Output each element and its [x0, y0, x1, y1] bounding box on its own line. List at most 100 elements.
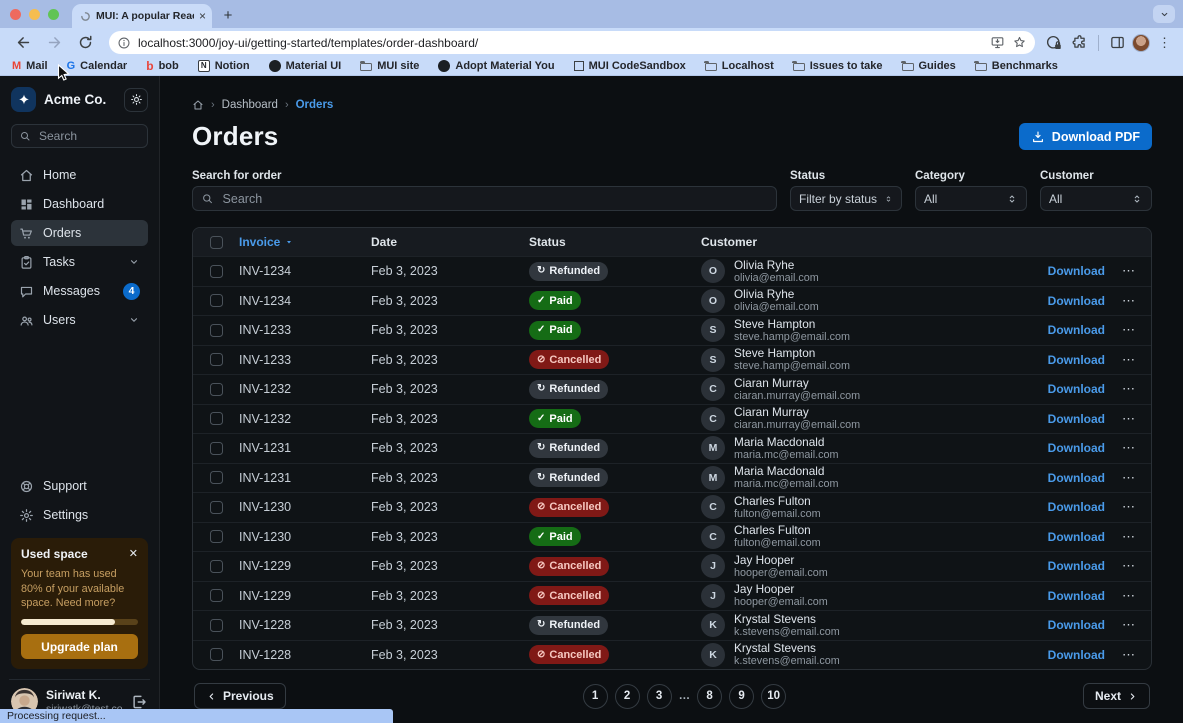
select-all-checkbox[interactable] — [210, 236, 223, 249]
reload-icon[interactable] — [77, 34, 94, 51]
row-menu-icon[interactable]: ⋯ — [1122, 647, 1136, 663]
tab-search-button[interactable] — [1153, 5, 1175, 23]
order-search-input[interactable] — [221, 191, 768, 207]
row-download-link[interactable]: Download — [1048, 559, 1105, 573]
row-menu-icon[interactable]: ⋯ — [1122, 440, 1136, 456]
page-number-button[interactable]: … — [679, 684, 691, 709]
close-window-button[interactable] — [10, 9, 21, 20]
row-download-link[interactable]: Download — [1048, 294, 1105, 308]
close-icon[interactable]: ✕ — [129, 549, 138, 560]
home-icon[interactable] — [192, 99, 204, 111]
privacy-sandbox-icon[interactable] — [1045, 34, 1063, 52]
row-checkbox[interactable] — [210, 501, 223, 514]
breadcrumb-dashboard[interactable]: Dashboard — [222, 99, 278, 111]
row-checkbox[interactable] — [210, 353, 223, 366]
bookmark-item[interactable]: Guides — [902, 60, 956, 72]
new-tab-button[interactable]: + — [219, 7, 237, 25]
download-pdf-button[interactable]: Download PDF — [1019, 123, 1152, 150]
row-checkbox[interactable] — [210, 560, 223, 573]
bookmark-star-icon[interactable] — [1012, 35, 1027, 50]
row-menu-icon[interactable]: ⋯ — [1122, 499, 1136, 515]
bookmark-item[interactable]: Benchmarks — [975, 60, 1058, 72]
row-download-link[interactable]: Download — [1048, 648, 1105, 662]
bookmark-item[interactable]: M Mail — [12, 60, 48, 72]
row-menu-icon[interactable]: ⋯ — [1122, 352, 1136, 368]
url-bar[interactable]: localhost:3000/joy-ui/getting-started/te… — [109, 31, 1035, 54]
row-menu-icon[interactable]: ⋯ — [1122, 617, 1136, 633]
forward-icon[interactable] — [46, 34, 63, 51]
bookmark-item[interactable]: MUI CodeSandbox — [574, 60, 686, 72]
sidebar-search-input[interactable] — [37, 128, 140, 144]
row-checkbox[interactable] — [210, 589, 223, 602]
row-checkbox[interactable] — [210, 442, 223, 455]
bookmark-item[interactable]: b bob — [146, 60, 179, 72]
row-menu-icon[interactable]: ⋯ — [1122, 381, 1136, 397]
row-download-link[interactable]: Download — [1048, 412, 1105, 426]
row-download-link[interactable]: Download — [1048, 264, 1105, 278]
bookmark-item[interactable]: Material UI — [269, 60, 342, 72]
order-search-field[interactable] — [192, 186, 777, 211]
row-menu-icon[interactable]: ⋯ — [1122, 293, 1136, 309]
bookmark-item[interactable]: MUI site — [360, 60, 419, 72]
browser-menu-icon[interactable]: ⋮ — [1154, 35, 1175, 51]
row-menu-icon[interactable]: ⋯ — [1122, 529, 1136, 545]
browser-tab[interactable]: MUI: A popular React UI fram × — [72, 4, 212, 28]
side-panel-icon[interactable] — [1109, 34, 1126, 51]
logout-icon[interactable] — [130, 693, 148, 711]
chevron-down-icon[interactable] — [128, 314, 140, 326]
tab-close-icon[interactable]: × — [199, 10, 206, 22]
sidebar-nav-item[interactable]: Home — [11, 162, 148, 188]
row-menu-icon[interactable]: ⋯ — [1122, 558, 1136, 574]
chevron-down-icon[interactable] — [128, 256, 140, 268]
row-download-link[interactable]: Download — [1048, 589, 1105, 603]
sidebar-nav-item[interactable]: Orders — [11, 220, 148, 246]
page-number-button[interactable]: 10 — [761, 684, 786, 709]
extensions-puzzle-icon[interactable] — [1071, 34, 1088, 51]
maximize-window-button[interactable] — [48, 9, 59, 20]
sidebar-nav-item[interactable]: Tasks — [11, 249, 148, 275]
sidebar-nav-item[interactable]: Users — [11, 307, 148, 333]
sidebar-nav-item[interactable]: Dashboard — [11, 191, 148, 217]
sidebar-nav-item[interactable]: Messages 4 — [11, 278, 148, 304]
bookmark-item[interactable]: Issues to take — [793, 60, 883, 72]
page-number-button[interactable]: 2 — [615, 684, 640, 709]
bookmark-item[interactable]: Adopt Material You — [438, 60, 554, 72]
row-checkbox[interactable] — [210, 471, 223, 484]
row-checkbox[interactable] — [210, 412, 223, 425]
row-menu-icon[interactable]: ⋯ — [1122, 470, 1136, 486]
row-checkbox[interactable] — [210, 294, 223, 307]
previous-page-button[interactable]: Previous — [194, 683, 286, 709]
minimize-window-button[interactable] — [29, 9, 40, 20]
sidebar-nav-item[interactable]: Support — [11, 473, 148, 499]
bookmark-item[interactable]: N Notion — [198, 60, 250, 72]
row-download-link[interactable]: Download — [1048, 353, 1105, 367]
row-checkbox[interactable] — [210, 530, 223, 543]
invoice-column-header[interactable]: Invoice — [239, 235, 295, 249]
row-download-link[interactable]: Download — [1048, 618, 1105, 632]
row-menu-icon[interactable]: ⋯ — [1122, 322, 1136, 338]
row-download-link[interactable]: Download — [1048, 500, 1105, 514]
filter-select[interactable]: Filter by status — [790, 186, 902, 211]
row-download-link[interactable]: Download — [1048, 471, 1105, 485]
breadcrumb-orders[interactable]: Orders — [296, 99, 334, 111]
theme-toggle-button[interactable] — [124, 88, 148, 112]
page-number-button[interactable]: 1 — [583, 684, 608, 709]
bookmark-item[interactable]: G Calendar — [67, 60, 128, 72]
install-app-icon[interactable] — [990, 35, 1005, 50]
row-checkbox[interactable] — [210, 383, 223, 396]
upgrade-plan-button[interactable]: Upgrade plan — [21, 634, 138, 659]
page-number-button[interactable]: 9 — [729, 684, 754, 709]
filter-select[interactable]: All — [1040, 186, 1152, 211]
sidebar-search[interactable] — [11, 124, 148, 148]
page-number-button[interactable]: 8 — [697, 684, 722, 709]
filter-select[interactable]: All — [915, 186, 1027, 211]
row-download-link[interactable]: Download — [1048, 382, 1105, 396]
row-checkbox[interactable] — [210, 619, 223, 632]
site-info-icon[interactable] — [117, 36, 131, 50]
next-page-button[interactable]: Next — [1083, 683, 1150, 709]
profile-avatar[interactable] — [1132, 34, 1150, 52]
row-menu-icon[interactable]: ⋯ — [1122, 588, 1136, 604]
row-download-link[interactable]: Download — [1048, 441, 1105, 455]
sidebar-nav-item[interactable]: Settings — [11, 502, 148, 528]
row-download-link[interactable]: Download — [1048, 323, 1105, 337]
